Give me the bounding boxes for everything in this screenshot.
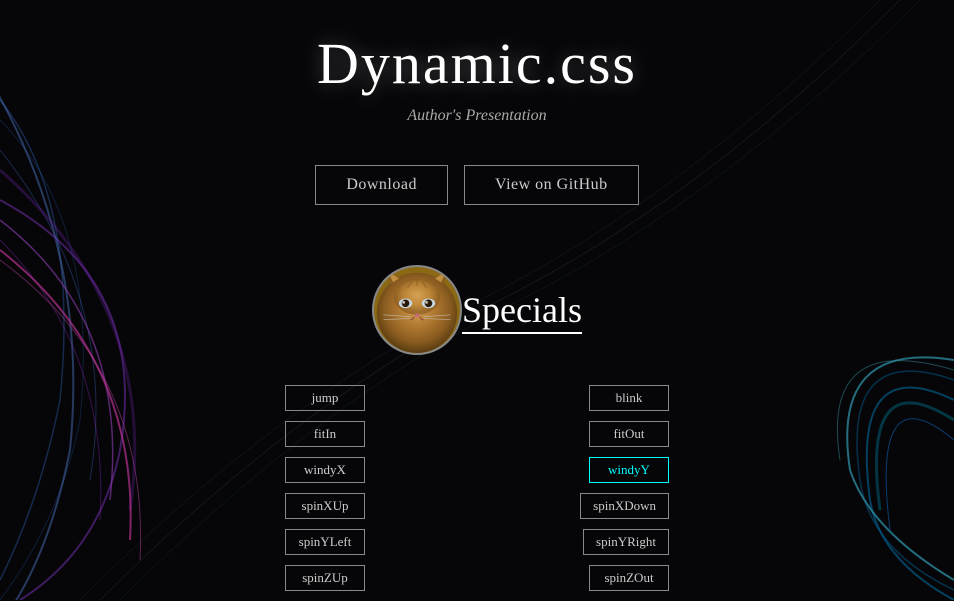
github-button[interactable]: View on GitHub — [464, 165, 639, 205]
anim-btn-fitIn[interactable]: fitIn — [285, 421, 365, 447]
anim-btn-spinXUp[interactable]: spinXUp — [285, 493, 365, 519]
cat-avatar — [372, 265, 462, 355]
anim-row-5: spinZUp spinZOut — [285, 565, 669, 591]
page-title: Dynamic.css — [317, 30, 637, 97]
anim-btn-blink[interactable]: blink — [589, 385, 669, 411]
specials-header: Specials — [372, 265, 582, 355]
anim-btn-windyX[interactable]: windyX — [285, 457, 365, 483]
anim-btn-spinZOut[interactable]: spinZOut — [589, 565, 669, 591]
anim-btn-spinZUp[interactable]: spinZUp — [285, 565, 365, 591]
anim-btn-spinXDown[interactable]: spinXDown — [580, 493, 669, 519]
anim-row-1: fitIn fitOut — [285, 421, 669, 447]
anim-row-3: spinXUp spinXDown — [285, 493, 669, 519]
page-subtitle: Author's Presentation — [407, 107, 546, 125]
specials-title: Specials — [462, 289, 582, 331]
anim-btn-fitOut[interactable]: fitOut — [589, 421, 669, 447]
action-buttons: Download View on GitHub — [315, 165, 638, 205]
anim-row-4: spinYLeft spinYRight — [285, 529, 669, 555]
anim-row-0: jump blink — [285, 385, 669, 411]
anim-btn-windyY[interactable]: windyY — [589, 457, 669, 483]
anim-row-2: windyX windyY — [285, 457, 669, 483]
anim-btn-spinYRight[interactable]: spinYRight — [583, 529, 669, 555]
animation-grid: jumpblinkfitInfitOutwindyXwindyYspinXUps… — [0, 385, 954, 601]
download-button[interactable]: Download — [315, 165, 448, 205]
anim-btn-spinYLeft[interactable]: spinYLeft — [285, 529, 365, 555]
anim-btn-jump[interactable]: jump — [285, 385, 365, 411]
